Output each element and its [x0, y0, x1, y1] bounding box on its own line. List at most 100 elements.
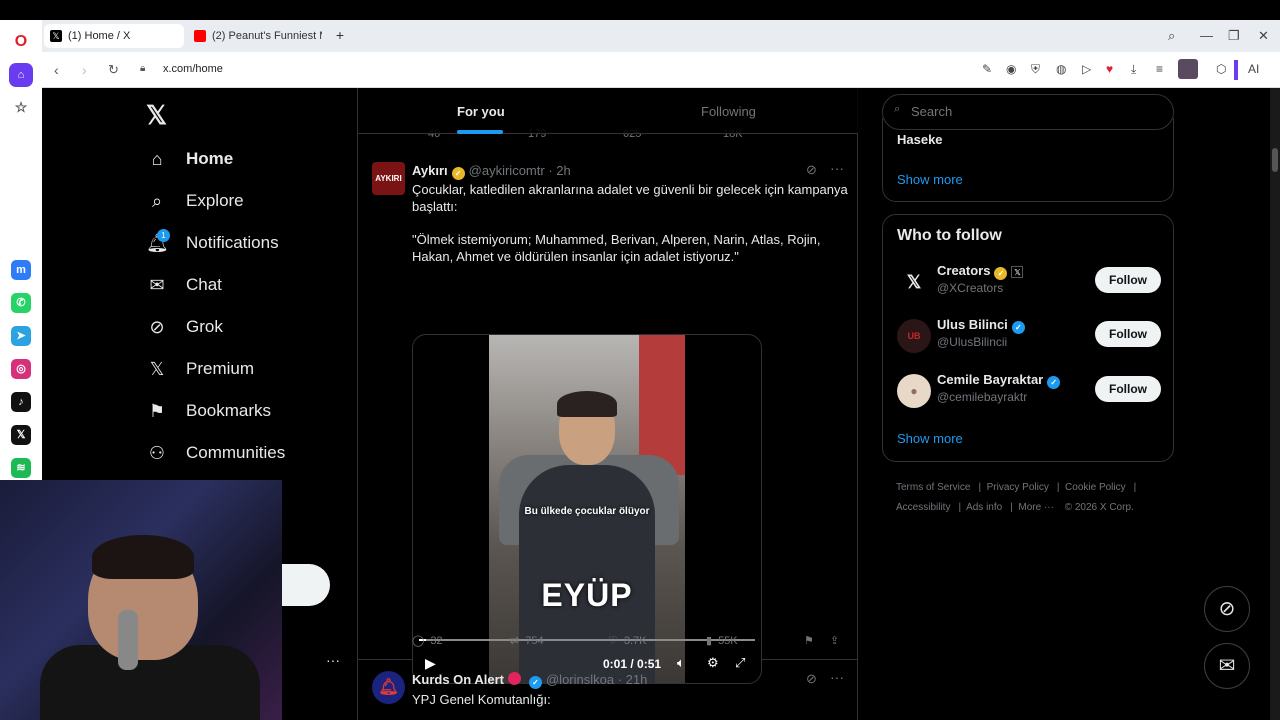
profile-avatar[interactable] — [1178, 59, 1198, 79]
more-options-icon[interactable]: ··· — [326, 652, 340, 668]
tweet-author[interactable]: Aykırı ✓ @aykiricomtr · 2h — [412, 163, 571, 180]
telegram-icon[interactable]: ➤ — [11, 326, 31, 346]
nav-item-communities[interactable]: ⚇ Communities — [146, 433, 285, 473]
like-button[interactable]: ♡ 3.7K — [608, 634, 647, 647]
nav-label: Notifications — [186, 233, 279, 252]
menu-icon[interactable]: ≡ — [1156, 62, 1163, 76]
x-logo-icon[interactable]: 𝕏 — [146, 100, 167, 131]
home-icon[interactable]: ⌂ — [9, 63, 33, 87]
suggestion-name: Ulus Bilinci ✓ — [937, 317, 1029, 334]
edit-icon[interactable]: ✎ — [982, 62, 992, 76]
search-input[interactable]: Search — [882, 94, 1174, 130]
tab-following[interactable]: Following — [701, 104, 756, 119]
suggestion-name: Cemile Bayraktar ✓ — [937, 372, 1064, 389]
heart-icon[interactable]: ♥ — [1106, 62, 1113, 76]
repost-icon: ⇄ — [510, 635, 520, 647]
bookmark-icon[interactable]: ⚑ — [804, 634, 814, 647]
follow-button[interactable]: Follow — [1095, 267, 1161, 293]
x-logo-icon: 𝕏 — [149, 358, 165, 379]
tweet-author[interactable]: Kurds On Alert ✓ @lorinslkoa · 21h — [412, 672, 647, 689]
author-handle: @lorinslkoa — [545, 672, 615, 687]
whatsapp-icon[interactable]: ✆ — [11, 293, 31, 313]
camera-icon[interactable]: ◉ — [1006, 62, 1016, 76]
messenger-icon[interactable]: m — [11, 260, 31, 280]
tab-youtube[interactable]: (2) Peanut's Funniest Mom — [188, 24, 322, 48]
avatar[interactable]: UB — [897, 319, 931, 353]
reload-icon[interactable]: ↻ — [108, 62, 119, 78]
video-player[interactable]: Bu ülkede çocuklar ölüyor EYÜP ▶ 0:01 / … — [412, 334, 762, 684]
main-feed: 40 179 625 18K For you Following AYKIRI … — [358, 88, 858, 720]
grok-icon[interactable]: ⊘ — [806, 671, 817, 687]
nav-item-home[interactable]: ⌂ Home — [146, 139, 234, 179]
footer-link[interactable]: Cookie Policy — [1065, 482, 1126, 493]
copyright: © 2026 X Corp. — [1064, 502, 1134, 513]
spotify-icon[interactable]: ≋ — [11, 458, 31, 478]
post-button[interactable] — [282, 564, 330, 606]
nav-item-premium[interactable]: 𝕏 Premium — [146, 349, 254, 389]
messages-button[interactable]: ✉ — [1204, 643, 1250, 689]
x-logo-icon[interactable]: 𝕏 — [11, 425, 31, 445]
star-icon[interactable]: ☆ — [11, 97, 31, 117]
footer-link[interactable]: Accessibility — [896, 502, 950, 513]
scrollbar-thumb[interactable] — [1272, 148, 1278, 172]
trend-name[interactable]: Haseke — [897, 132, 943, 147]
new-tab-button[interactable]: + — [332, 27, 348, 43]
url-field[interactable]: x.com/home — [163, 63, 223, 75]
show-more-link[interactable]: Show more — [897, 172, 963, 187]
footer-link[interactable]: Terms of Service — [896, 482, 970, 493]
cube-icon[interactable]: ⬡ — [1216, 62, 1226, 76]
reply-button[interactable]: ◯ 32 — [412, 634, 443, 647]
follow-suggestion[interactable]: ● Cemile Bayraktar ✓ @cemilebayraktr Foll… — [897, 370, 1161, 414]
lock-icon[interactable]: 🔒︎ — [140, 63, 145, 74]
opera-logo-icon[interactable]: O — [11, 32, 31, 52]
more-icon[interactable]: ··· — [830, 160, 844, 176]
views-button[interactable]: ▮ 55K — [706, 634, 738, 647]
avatar[interactable]: ● — [897, 374, 931, 408]
search-icon: ⌕ — [151, 190, 163, 211]
show-more-link[interactable]: Show more — [897, 431, 963, 446]
red-circle-icon — [507, 672, 521, 685]
tiktok-icon[interactable]: ♪ — [11, 392, 31, 412]
tweet[interactable]: 🔔︎ Kurds On Alert ✓ @lorinslkoa · 21h ⊘ ··… — [358, 661, 858, 720]
x-affiliate-icon: 𝕏 — [1011, 266, 1024, 278]
repost-button[interactable]: ⇄ 754 — [510, 634, 544, 647]
nav-item-chat[interactable]: ✉ Chat — [146, 265, 221, 305]
tab-x-home[interactable]: 𝕏 (1) Home / X — [44, 24, 184, 48]
nav-item-grok[interactable]: ⊘ Grok — [146, 307, 222, 347]
minimize-icon[interactable]: — — [1200, 28, 1213, 43]
footer-link[interactable]: Privacy Policy — [987, 482, 1049, 493]
close-window-icon[interactable]: ✕ — [1258, 28, 1269, 44]
tab-for-you[interactable]: For you — [457, 104, 505, 119]
video-caption: EYÜP — [541, 577, 633, 613]
nav-item-bookmarks[interactable]: ⚑ Bookmarks — [146, 391, 271, 431]
footer-link[interactable]: More ··· — [1018, 502, 1054, 513]
search-tabs-icon[interactable]: ⌕ — [1168, 28, 1175, 44]
avatar[interactable]: 🔔︎ — [372, 671, 405, 704]
download-icon[interactable]: ⤓ — [1131, 62, 1136, 77]
instagram-icon[interactable]: ◎ — [11, 359, 31, 379]
suggestion-handle: @UlusBilincii — [937, 335, 1008, 349]
grok-button[interactable]: ⊘ — [1204, 586, 1250, 632]
who-to-follow: Who to follow 𝕏 Creators ✓ 𝕏 @XCreators Fo… — [882, 214, 1174, 462]
avatar[interactable]: 𝕏 — [897, 265, 931, 299]
play-icon[interactable]: ▷ — [1082, 62, 1091, 76]
forward-icon[interactable]: › — [82, 62, 87, 78]
follow-suggestion[interactable]: UB Ulus Bilinci ✓ @UlusBilincii Follow — [897, 315, 1161, 359]
footer-link[interactable]: Ads info — [966, 502, 1002, 513]
follow-button[interactable]: Follow — [1095, 321, 1161, 347]
follow-suggestion[interactable]: 𝕏 Creators ✓ 𝕏 @XCreators Follow — [897, 261, 1161, 305]
more-icon[interactable]: ··· — [830, 669, 844, 685]
follow-button[interactable]: Follow — [1095, 376, 1161, 402]
ai-button[interactable]: AI — [1248, 62, 1259, 76]
grok-icon[interactable]: ⊘ — [806, 162, 817, 178]
nav-item-explore[interactable]: ⌕ Explore — [146, 181, 244, 221]
scrollbar[interactable] — [1270, 88, 1280, 720]
back-icon[interactable]: ‹ — [54, 62, 59, 78]
avatar[interactable]: AYKIRI — [372, 162, 405, 195]
tweet[interactable]: AYKIRI Aykırı ✓ @aykiricomtr · 2h ⊘ ··· Ço… — [358, 148, 858, 684]
shield-icon[interactable]: ⛨ — [1031, 62, 1040, 77]
share-icon[interactable]: ⇪ — [830, 634, 839, 647]
communities-icon: ⚇ — [148, 442, 166, 463]
vpn-icon[interactable]: ◍ — [1056, 62, 1066, 76]
restore-icon[interactable]: ❐ — [1228, 28, 1240, 44]
